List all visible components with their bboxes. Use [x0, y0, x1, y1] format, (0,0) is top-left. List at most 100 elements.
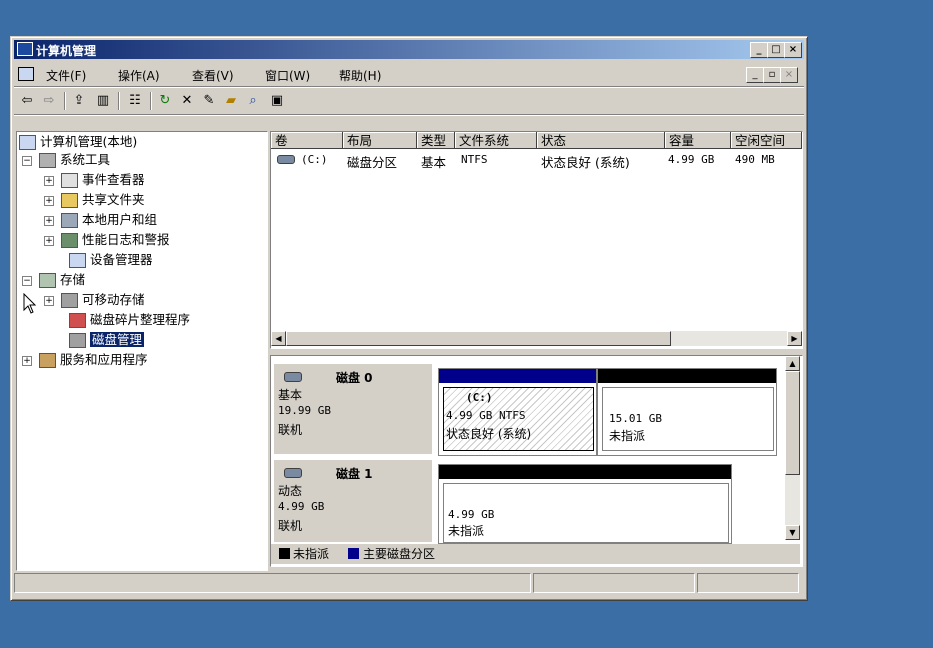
expand-toggle[interactable]: +	[22, 356, 32, 366]
child-close-button[interactable]: ×	[780, 67, 798, 83]
disk-0-info[interactable]: 磁盘 0 基本 19.99 GB 联机	[274, 364, 432, 454]
unallocated-bar	[598, 369, 776, 383]
child-window-icon[interactable]	[18, 67, 34, 81]
child-minimize-button[interactable]: _	[746, 67, 764, 83]
forward-arrow-icon[interactable]: ⇨	[40, 93, 58, 109]
scroll-down-button[interactable]: ▼	[785, 525, 800, 540]
tree-pane[interactable]: 计算机管理(本地) − 系统工具 + 事件查看器 + 共享文件夹 + 本地用户和…	[16, 131, 268, 571]
cell-layout: 磁盘分区	[347, 155, 398, 170]
table-row[interactable]: (C:) 磁盘分区 基本 NTFS 状态良好 (系统) 4.99 GB 490 …	[271, 152, 802, 170]
primary-partition-bar	[439, 369, 596, 383]
tree-item-local-users[interactable]: 本地用户和组	[61, 211, 157, 229]
tree-item-removable-storage[interactable]: 可移动存储	[61, 291, 145, 309]
tree-item-storage[interactable]: 存储	[39, 271, 85, 289]
expand-toggle[interactable]: +	[44, 296, 54, 306]
drive-icon	[277, 155, 295, 164]
column-header-status[interactable]: 状态	[537, 132, 665, 149]
toolbar-separator	[64, 92, 66, 110]
cell-free: 490 MB	[735, 153, 775, 166]
tree-item-label: 本地用户和组	[82, 212, 158, 227]
cell-type: 基本	[421, 155, 447, 170]
tree-item-event-viewer[interactable]: 事件查看器	[61, 171, 145, 189]
title-bar[interactable]: 计算机管理 _ □ ×	[14, 40, 804, 59]
new-icon[interactable]: ✎	[200, 93, 218, 109]
tree-item-services[interactable]: 服务和应用程序	[39, 351, 148, 369]
column-header-free[interactable]: 空闲空间	[731, 132, 802, 149]
expand-toggle[interactable]: +	[44, 216, 54, 226]
status-bar-main	[14, 573, 531, 593]
search-icon[interactable]: ⌕	[244, 93, 262, 109]
help-icon[interactable]: ▣	[268, 93, 286, 109]
partition-selection: (C:) 4.99 GB NTFS 状态良好 (系统)	[443, 387, 594, 451]
minimize-button[interactable]: _	[750, 42, 768, 58]
primary-swatch	[348, 548, 359, 559]
back-arrow-icon[interactable]: ⇦	[18, 93, 36, 109]
volume-list[interactable]: 卷 布局 类型 文件系统 状态 容量 空闲空间 (C:) 磁盘分区 基本 NTF…	[270, 131, 803, 349]
expand-toggle[interactable]: +	[44, 176, 54, 186]
scroll-thumb[interactable]	[286, 331, 671, 346]
refresh-icon[interactable]: ↻	[156, 93, 174, 109]
toolbar-separator	[118, 92, 120, 110]
properties-icon[interactable]: ☷	[126, 93, 144, 109]
scroll-thumb[interactable]	[785, 371, 800, 475]
shared-folder-icon	[61, 193, 78, 208]
menu-file[interactable]: 文件(F)	[46, 67, 86, 84]
column-header-layout[interactable]: 布局	[343, 132, 417, 149]
unallocated-bar	[439, 465, 731, 479]
tree-item-device-manager[interactable]: 设备管理器	[69, 251, 153, 269]
column-header-volume[interactable]: 卷	[271, 132, 343, 149]
partition-unallocated-0[interactable]: 15.01 GB 未指派	[597, 368, 777, 456]
disk-graphical-view[interactable]: 磁盘 0 基本 19.99 GB 联机 (C:) 4.99 GB NTFS 状态…	[270, 355, 803, 567]
scroll-up-button[interactable]: ▲	[785, 356, 800, 371]
disk-icon	[284, 372, 302, 382]
computer-icon	[19, 135, 36, 150]
menu-bar: 文件(F) 操作(A) 查看(V) 窗口(W) 帮助(H) _ ▫ ×	[14, 62, 804, 86]
window-title: 计算机管理	[36, 44, 97, 58]
partition-detail: 4.99 GB NTFS	[446, 409, 526, 422]
disk-1-info[interactable]: 磁盘 1 动态 4.99 GB 联机	[274, 460, 432, 542]
column-header-fs[interactable]: 文件系统	[455, 132, 537, 149]
unallocated-area: 15.01 GB 未指派	[602, 387, 774, 451]
toolbar-divider	[14, 114, 804, 116]
menu-help[interactable]: 帮助(H)	[339, 67, 381, 84]
tree-item-system-tools[interactable]: 系统工具	[39, 151, 110, 169]
disk-type: 基本	[278, 388, 303, 402]
partition-c[interactable]: (C:) 4.99 GB NTFS 状态良好 (系统)	[438, 368, 597, 456]
expand-toggle[interactable]: +	[44, 236, 54, 246]
delete-icon[interactable]: ✕	[178, 93, 196, 109]
partition-unallocated-1[interactable]: 4.99 GB 未指派	[438, 464, 732, 544]
close-button[interactable]: ×	[784, 42, 802, 58]
column-header-type[interactable]: 类型	[417, 132, 455, 149]
scroll-left-button[interactable]: ◀	[271, 331, 286, 346]
scroll-right-button[interactable]: ▶	[787, 331, 802, 346]
vertical-scrollbar[interactable]: ▲ ▼	[785, 356, 800, 540]
unallocated-swatch	[279, 548, 290, 559]
collapse-toggle[interactable]: −	[22, 156, 32, 166]
maximize-button[interactable]: □	[767, 42, 785, 58]
horizontal-scrollbar[interactable]: ◀ ▶	[271, 331, 802, 346]
expand-toggle[interactable]: +	[44, 196, 54, 206]
collapse-toggle[interactable]: −	[22, 276, 32, 286]
menu-action[interactable]: 操作(A)	[118, 67, 160, 84]
status-bar-pane	[697, 573, 799, 593]
tree-item-disk-management[interactable]: 磁盘管理	[69, 331, 146, 349]
tree-item-defrag[interactable]: 磁盘碎片整理程序	[69, 311, 190, 329]
toolbar-separator	[150, 92, 152, 110]
tree-root[interactable]: 计算机管理(本地)	[19, 133, 137, 151]
up-folder-icon[interactable]: ⇪	[70, 93, 88, 109]
menu-view[interactable]: 查看(V)	[192, 67, 234, 84]
computer-icon	[17, 42, 33, 56]
tree-item-label-selected: 磁盘管理	[88, 331, 146, 348]
column-header-capacity[interactable]: 容量	[665, 132, 731, 149]
users-icon	[61, 213, 78, 228]
show-hide-tree-icon[interactable]: ▥	[94, 93, 112, 109]
open-icon[interactable]: ▰	[222, 93, 240, 109]
disk-name: 磁盘 0	[336, 371, 373, 385]
menu-window[interactable]: 窗口(W)	[265, 67, 310, 84]
tree-item-perf-logs[interactable]: 性能日志和警报	[61, 231, 170, 249]
tree-item-shared-folders[interactable]: 共享文件夹	[61, 191, 145, 209]
disk-size: 19.99 GB	[278, 404, 331, 417]
tree-item-label: 系统工具	[60, 152, 111, 167]
child-restore-button[interactable]: ▫	[763, 67, 781, 83]
tree-item-label: 存储	[60, 272, 86, 287]
